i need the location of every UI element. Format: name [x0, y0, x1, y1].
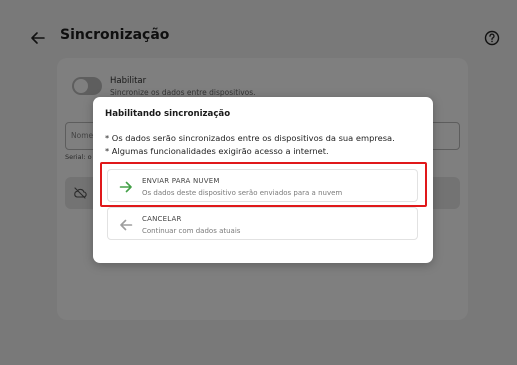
cancel-option-description: Continuar com dados atuais — [142, 227, 241, 235]
upload-option-title: ENVIAR PARA NUVEM — [142, 177, 220, 185]
arrow-right-icon — [119, 181, 132, 193]
upload-to-cloud-button[interactable]: ENVIAR PARA NUVEM Os dados deste disposi… — [107, 169, 418, 202]
cancel-button[interactable]: CANCELAR Continuar com dados atuais — [107, 207, 418, 240]
arrow-left-icon — [120, 219, 133, 231]
dialog-info-line-2: * Algumas funcionalidades exigirão acess… — [105, 146, 329, 156]
upload-option-description: Os dados deste dispositivo serão enviado… — [142, 189, 343, 197]
cancel-option-title: CANCELAR — [142, 215, 182, 223]
dialog-title: Habilitando sincronização — [105, 109, 231, 119]
dialog-info-line-1: * Os dados serão sincronizados entre os … — [105, 133, 395, 143]
sync-dialog: Habilitando sincronização * Os dados ser… — [93, 97, 433, 263]
